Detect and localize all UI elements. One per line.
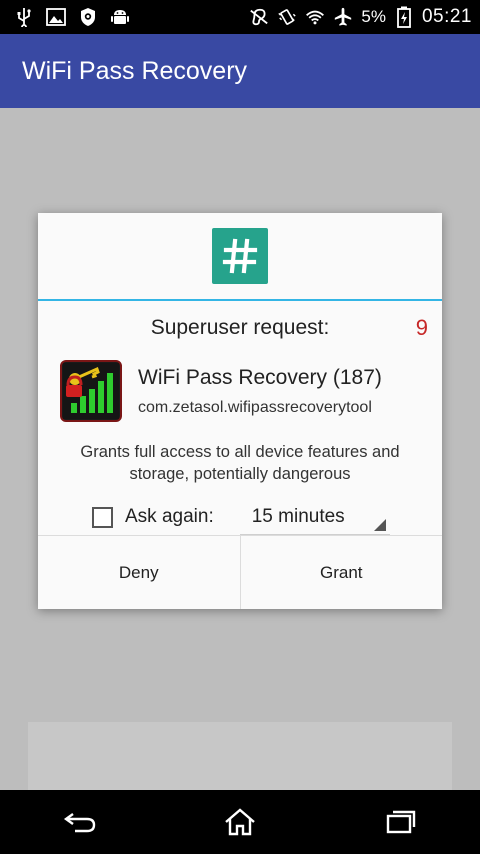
request-row: Superuser request: 9 [38, 301, 442, 355]
permission-description: Grants full access to all device feature… [80, 443, 400, 483]
recents-icon[interactable] [370, 797, 430, 847]
wifi-pass-recovery-app-icon [60, 360, 122, 422]
image-icon [46, 7, 66, 27]
shield-icon [78, 7, 98, 27]
duration-spinner[interactable]: 15 minutes [239, 499, 390, 535]
countdown-timer: 9 [415, 315, 428, 340]
app-bar: WiFi Pass Recovery [0, 34, 480, 108]
wifi-icon [305, 7, 325, 27]
status-bar: 5% 05:21 [0, 0, 480, 34]
android-icon [110, 7, 130, 27]
ask-again-checkbox[interactable] [92, 506, 113, 528]
app-title: WiFi Pass Recovery [22, 56, 248, 85]
superuser-logo-icon [212, 228, 268, 284]
back-icon[interactable] [50, 797, 110, 847]
status-left [14, 7, 130, 27]
hash-icon [222, 238, 258, 274]
vibrate-icon [277, 7, 297, 27]
ask-again-row: Ask again: 15 minutes [38, 495, 442, 539]
grant-button[interactable]: Grant [239, 536, 443, 609]
clock: 05:21 [421, 6, 472, 27]
app-info: WiFi Pass Recovery (187) com.zetasol.wif… [138, 366, 382, 417]
hearing-icon [249, 7, 269, 27]
background-card [28, 722, 452, 792]
dialog-buttons: Deny Grant [38, 535, 442, 609]
ask-again-label: Ask again: [125, 506, 214, 527]
battery-percent: 5% [361, 7, 386, 26]
usb-icon [14, 7, 34, 27]
airplane-icon [333, 7, 353, 27]
requesting-app: WiFi Pass Recovery (187) com.zetasol.wif… [38, 355, 442, 427]
superuser-dialog: Superuser request: 9 WiFi Pass Recovery … [38, 213, 442, 609]
deny-button[interactable]: Deny [38, 536, 240, 609]
status-right: 5% 05:21 [249, 6, 472, 28]
navigation-bar [0, 790, 480, 854]
dialog-header [38, 213, 442, 299]
app-package: com.zetasol.wifipassrecoverytool [138, 398, 372, 416]
battery-icon [394, 6, 414, 28]
screen: 5% 05:21 WiFi Pass Recovery Superuser re… [0, 0, 480, 854]
dropdown-arrow-icon [373, 519, 386, 531]
home-icon[interactable] [210, 797, 270, 847]
request-title: Superuser request: [150, 316, 330, 339]
app-name: WiFi Pass Recovery (187) [138, 365, 382, 389]
duration-value: 15 minutes [251, 505, 345, 527]
